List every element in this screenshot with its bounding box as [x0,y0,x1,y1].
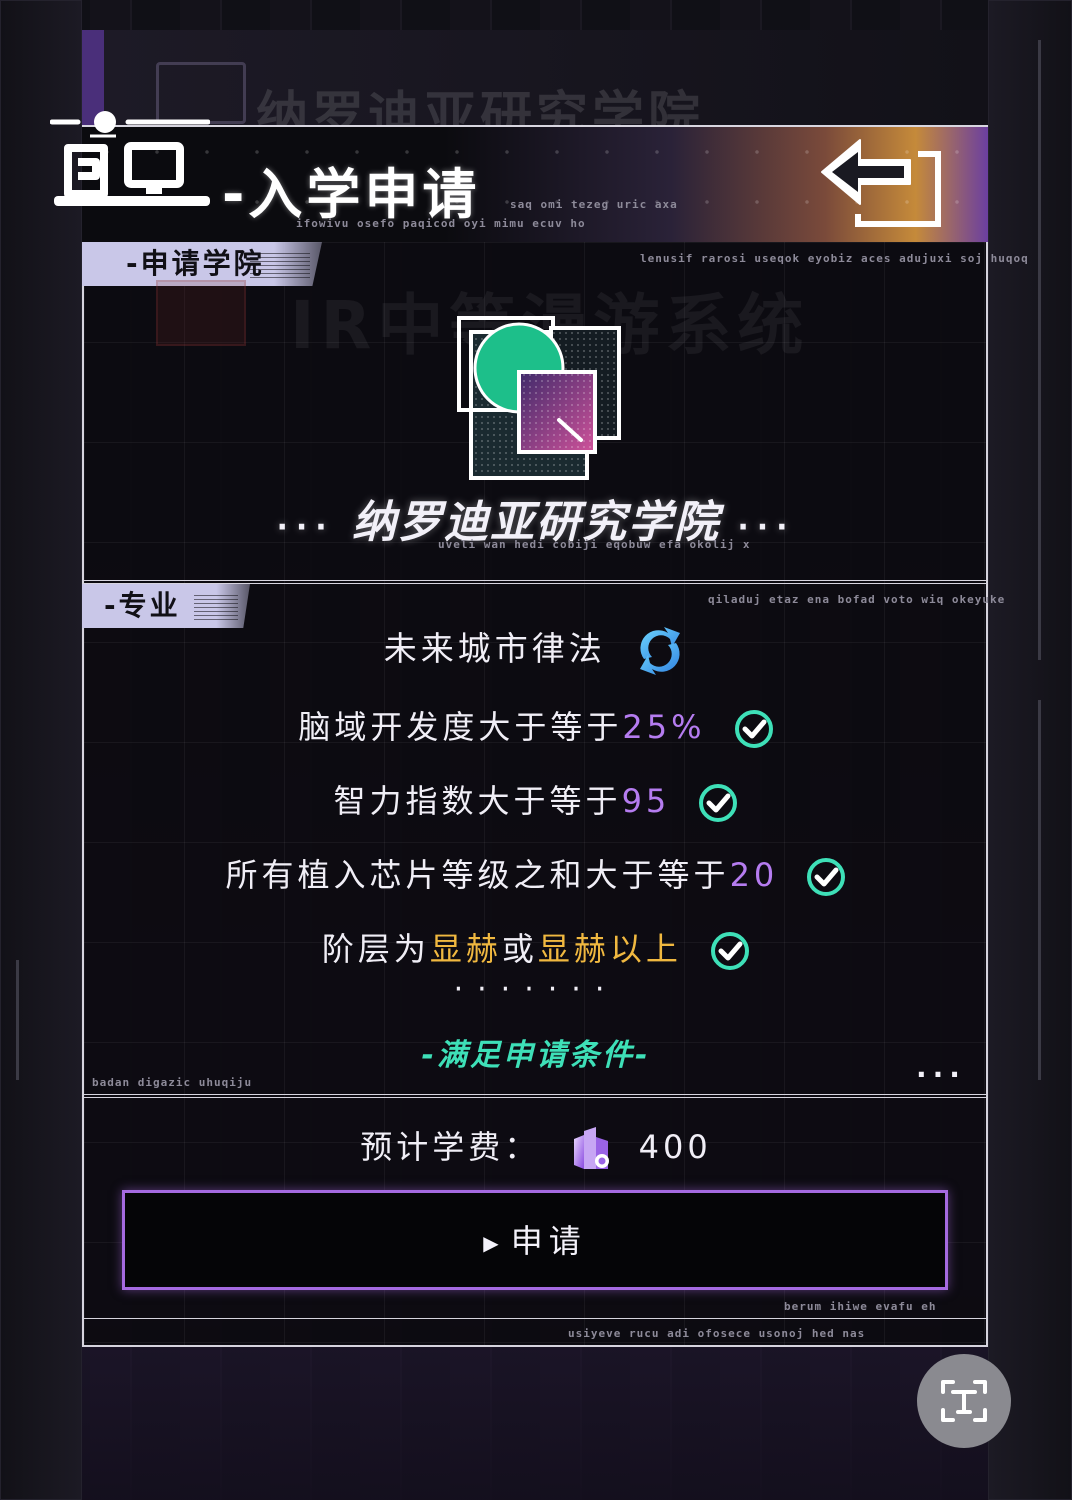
requirement-text: 阶层为 [321,930,430,968]
apply-button-label: 申请 [510,1222,587,1260]
academy-emblem-icon [457,316,621,480]
major-name: 未来城市律法 [383,629,606,668]
corner-dots-decoration: ··· [916,1058,966,1091]
section-divider [84,1094,986,1098]
check-circle-icon [807,858,846,896]
header-caption-1: saq omi tezeg uric axa [510,198,678,211]
tab-stripe-decoration [194,592,238,620]
text-scan-icon [941,1380,987,1422]
requirement-text: 智力指数大于等于 [333,782,622,820]
switch-major-icon[interactable] [632,625,688,677]
background-building [0,0,82,1500]
dotted-separator: ······· [453,972,619,1007]
background-frame-line [1038,40,1041,660]
back-arrow-icon [821,139,941,227]
requirement-value: 20 [729,856,779,894]
requirement-text: 所有植入芯片等级之和大于等于 [225,856,730,894]
requirement-value: 25% [622,708,706,746]
apply-button[interactable]: ▶ 申请 [122,1190,948,1290]
header-caption-2: ifowivu osefo paqicod oyi mimu ecuv ho [296,217,586,230]
tuition-fee-label: 预计学费： [360,1128,541,1166]
class-value: 显赫 [429,930,502,968]
eligibility-status: -满足申请条件- [421,1038,651,1073]
computer-desk-icon [50,111,210,206]
check-circle-icon [711,932,750,970]
text-recognition-button[interactable] [917,1354,1011,1448]
requirement-row: 智力指数大于等于95 [0,776,1072,823]
crystal-currency-icon [574,1127,610,1169]
decorative-dots-left: ··· [276,510,335,545]
apply-button-caption: berum ihiwe evafu eh [784,1300,937,1313]
ghost-stamp-decoration [156,280,246,346]
class-value: 显赫以上 [537,930,682,968]
major-footer-caption: badan digazic uhuqiju [92,1076,253,1089]
tuition-fee-amount: 400 [638,1128,712,1166]
ghost-academy-title: 纳罗迪亚研究学院 [256,87,705,128]
check-circle-icon [699,784,738,822]
requirement-text: 脑域开发度大于等于 [298,708,623,746]
class-requirement-row: 阶层为显赫或显赫以上 [0,924,1072,971]
back-button[interactable] [818,130,948,230]
academy-name-caption: uveli wan hedi cobiji eqobuw efa okolij … [438,538,751,551]
bottom-caption: usiyeve rucu adi ofosece usonoj hed nas [568,1327,866,1340]
major-name-row: 未来城市律法 [0,622,1072,677]
background-building [988,0,1072,1500]
check-circle-icon [734,710,773,748]
major-section-caption: qiladuj etaz ena bofad voto wiq okeyuke [708,593,1006,606]
bottom-divider [84,1318,986,1320]
requirement-row: 脑域开发度大于等于25% [0,702,1072,749]
section-divider [84,580,986,584]
play-triangle-icon: ▶ [483,1231,505,1255]
requirement-row: 所有植入芯片等级之和大于等于20 [0,850,1072,897]
requirement-text: 或 [501,930,538,968]
academy-section-label: -申请学院 [126,247,265,280]
academy-section-caption: lenusif rarosi useqok eyobiz aces adujux… [640,252,1029,265]
tuition-fee-row: 预计学费： 400 [0,1122,1072,1173]
requirement-value: 95 [621,782,671,820]
major-section-label: -专业 [104,589,181,622]
